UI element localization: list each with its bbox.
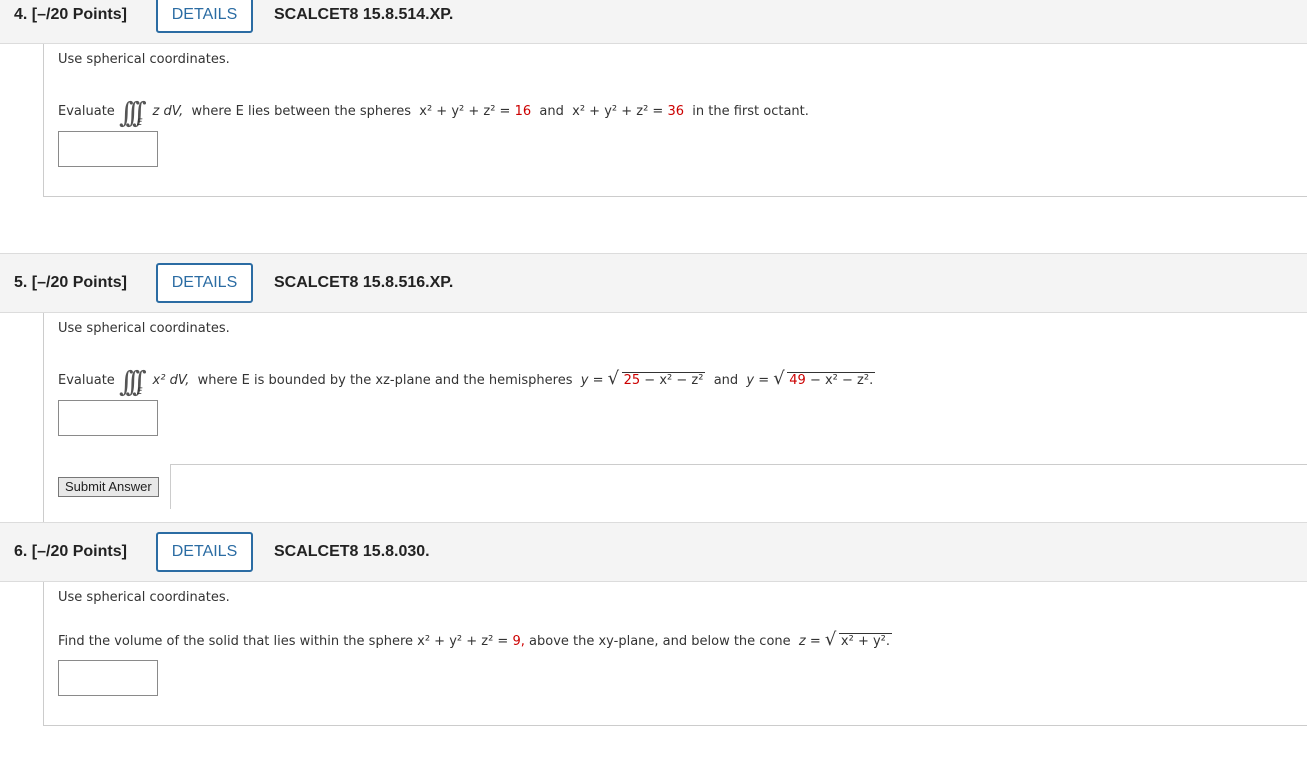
submit-area <box>43 464 1307 522</box>
hemisphere-2-radical: √ 49 − x² − z². <box>773 368 876 389</box>
evaluate-label: Evaluate <box>58 373 115 388</box>
integrand: z dV, <box>152 104 184 119</box>
hemisphere-1-rest: − x² − z² <box>640 373 704 388</box>
question-4-answer-input[interactable] <box>58 131 158 167</box>
triple-integral-icon: ∫∫∫ <box>118 96 147 129</box>
hemisphere-1-lhs: y = <box>580 373 604 388</box>
sphere-1-value: 16 <box>514 104 532 119</box>
question-6-points: 6. [–/20 Points] <box>14 543 127 560</box>
cone-radicand: x² + y². <box>838 633 893 649</box>
sphere-1-lhs: x² + y² + z² = <box>419 104 511 119</box>
question-6-body <box>43 582 1307 726</box>
cone-lhs: z = <box>798 634 821 649</box>
sqrt-icon: √ <box>824 629 837 650</box>
text-b: above the xy-plane, and below the cone <box>529 634 791 649</box>
text-a: Find the volume of the solid that lies w… <box>58 634 413 649</box>
question-5-code: SCALCET8 15.8.516.XP. <box>274 274 454 291</box>
question-4-header: 4. [–/20 Points] DETAILS SCALCET8 15.8.5… <box>0 0 1307 44</box>
triple-integral-icon: ∫∫∫ <box>118 365 147 398</box>
question-5-points: 5. [–/20 Points] <box>14 274 127 291</box>
cone-radical: √ x² + y². <box>824 629 893 650</box>
divider <box>43 464 44 522</box>
hemisphere-2-lhs: y = <box>746 373 770 388</box>
question-4-details-button[interactable]: DETAILS <box>156 0 253 33</box>
question-5-details-button[interactable]: DETAILS <box>156 263 253 303</box>
question-6-header: 6. [–/20 Points] DETAILS SCALCET8 15.8.0… <box>0 522 1307 582</box>
question-4-points: 4. [–/20 Points] <box>14 6 127 23</box>
hemisphere-1-radical: √ 25 − x² − z² <box>607 368 706 389</box>
sphere-2-lhs: x² + y² + z² = <box>572 104 664 119</box>
question-5-prompt: Evaluate ∫∫∫E x² dV, where E is bounded … <box>58 365 876 398</box>
question-4-prompt: Evaluate ∫∫∫E z dV, where E lies between… <box>58 96 809 129</box>
integral-region: E <box>136 387 143 397</box>
question-5-answer-input[interactable] <box>58 400 158 436</box>
and-text: and <box>713 373 739 388</box>
question-6-instruction: Use spherical coordinates. <box>58 590 230 605</box>
question-4-code: SCALCET8 15.8.514.XP. <box>274 6 454 23</box>
sphere-2-value: 36 <box>667 104 685 119</box>
question-4-instruction: Use spherical coordinates. <box>58 52 230 67</box>
question-6-details-button[interactable]: DETAILS <box>156 532 253 572</box>
hemisphere-2-rest: − x² − z². <box>805 373 874 388</box>
evaluate-label: Evaluate <box>58 104 115 119</box>
integral-region: E <box>136 118 143 128</box>
question-6-code: SCALCET8 15.8.030. <box>274 543 430 560</box>
hemisphere-1-value: 25 <box>623 373 641 388</box>
integrand: x² dV, <box>152 373 190 388</box>
question-6-answer-input[interactable] <box>58 660 158 696</box>
question-5-header: 5. [–/20 Points] DETAILS SCALCET8 15.8.5… <box>0 253 1307 313</box>
tail-text: in the first octant. <box>692 104 809 119</box>
hemisphere-2-value: 49 <box>789 373 806 388</box>
submit-area-border <box>170 464 1307 509</box>
sqrt-icon: √ <box>607 368 620 389</box>
sphere-value: 9, <box>512 634 525 649</box>
submit-answer-button[interactable]: Submit Answer <box>58 477 159 497</box>
sphere-lhs: x² + y² + z² = <box>417 634 509 649</box>
question-5-instruction: Use spherical coordinates. <box>58 321 230 336</box>
sqrt-icon: √ <box>773 368 785 389</box>
text-a: where E is bounded by the xz-plane and t… <box>197 373 573 388</box>
text-a: where E lies between the spheres <box>191 104 411 119</box>
question-6-prompt: Find the volume of the solid that lies w… <box>58 629 893 650</box>
and-text: and <box>539 104 564 119</box>
